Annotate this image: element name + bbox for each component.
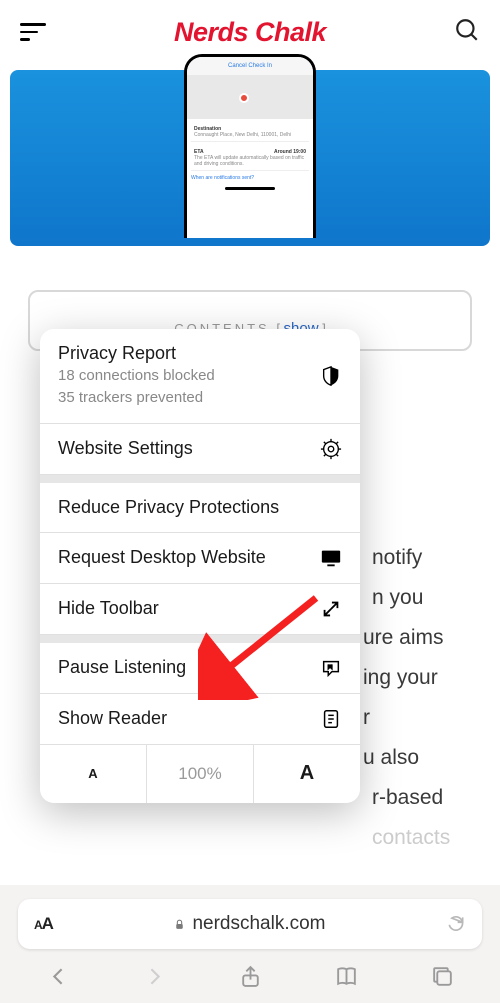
gear-icon: [320, 438, 342, 460]
article-text: u also: [363, 738, 419, 778]
back-button[interactable]: [46, 964, 71, 989]
tabs-button[interactable]: [430, 964, 455, 989]
article-text: n you: [372, 578, 423, 618]
article-text: ure aims: [363, 618, 444, 658]
website-settings-item[interactable]: Website Settings: [40, 424, 360, 475]
article-text: ing your: [363, 658, 438, 698]
desktop-icon: [320, 547, 342, 569]
search-icon[interactable]: [454, 17, 480, 48]
text-zoom-value[interactable]: 100%: [147, 745, 254, 803]
site-logo[interactable]: Nerds Chalk: [174, 17, 326, 48]
eta-note: The ETA will update automatically based …: [194, 155, 306, 167]
phone-map: [187, 75, 313, 119]
lock-icon: [173, 918, 186, 931]
url-domain: nerdschalk.com: [192, 913, 325, 935]
reduce-privacy-item[interactable]: Reduce Privacy Protections: [40, 483, 360, 533]
speech-sound-icon: [320, 657, 342, 679]
expand-icon: [320, 598, 342, 620]
bookmarks-button[interactable]: [334, 964, 359, 989]
menu-icon[interactable]: [20, 23, 46, 41]
article-text: r: [363, 698, 370, 738]
safari-aa-menu: Privacy Report 18 connections blocked 35…: [40, 329, 360, 803]
dest-value: Connaught Place, New Delhi, 110001, Delh…: [194, 132, 306, 138]
reload-icon[interactable]: [446, 914, 466, 934]
article-text: contacts: [372, 818, 450, 858]
article-text: notify: [372, 538, 422, 578]
text-larger-button[interactable]: A: [254, 745, 360, 803]
show-reader-item[interactable]: Show Reader: [40, 694, 360, 745]
hide-toolbar-item[interactable]: Hide Toolbar: [40, 584, 360, 635]
text-smaller-button[interactable]: A: [40, 745, 147, 803]
aa-button[interactable]: AA: [34, 914, 53, 934]
forward-button[interactable]: [142, 964, 167, 989]
share-button[interactable]: [238, 964, 263, 989]
url-bar[interactable]: AA nerdschalk.com: [18, 899, 482, 949]
request-desktop-item[interactable]: Request Desktop Website: [40, 533, 360, 584]
pause-listening-item[interactable]: Pause Listening: [40, 643, 360, 694]
reader-icon: [320, 708, 342, 730]
phone-cancel-link: Cancel Check In: [187, 57, 313, 75]
hero-image: Cancel Check In Destination Connaught Pl…: [10, 70, 490, 246]
shield-icon: [320, 365, 342, 387]
privacy-report-item[interactable]: Privacy Report 18 connections blocked 35…: [40, 329, 360, 424]
phone-notif-link: When are notifications sent?: [191, 175, 309, 181]
article-text: r-based: [372, 778, 443, 818]
